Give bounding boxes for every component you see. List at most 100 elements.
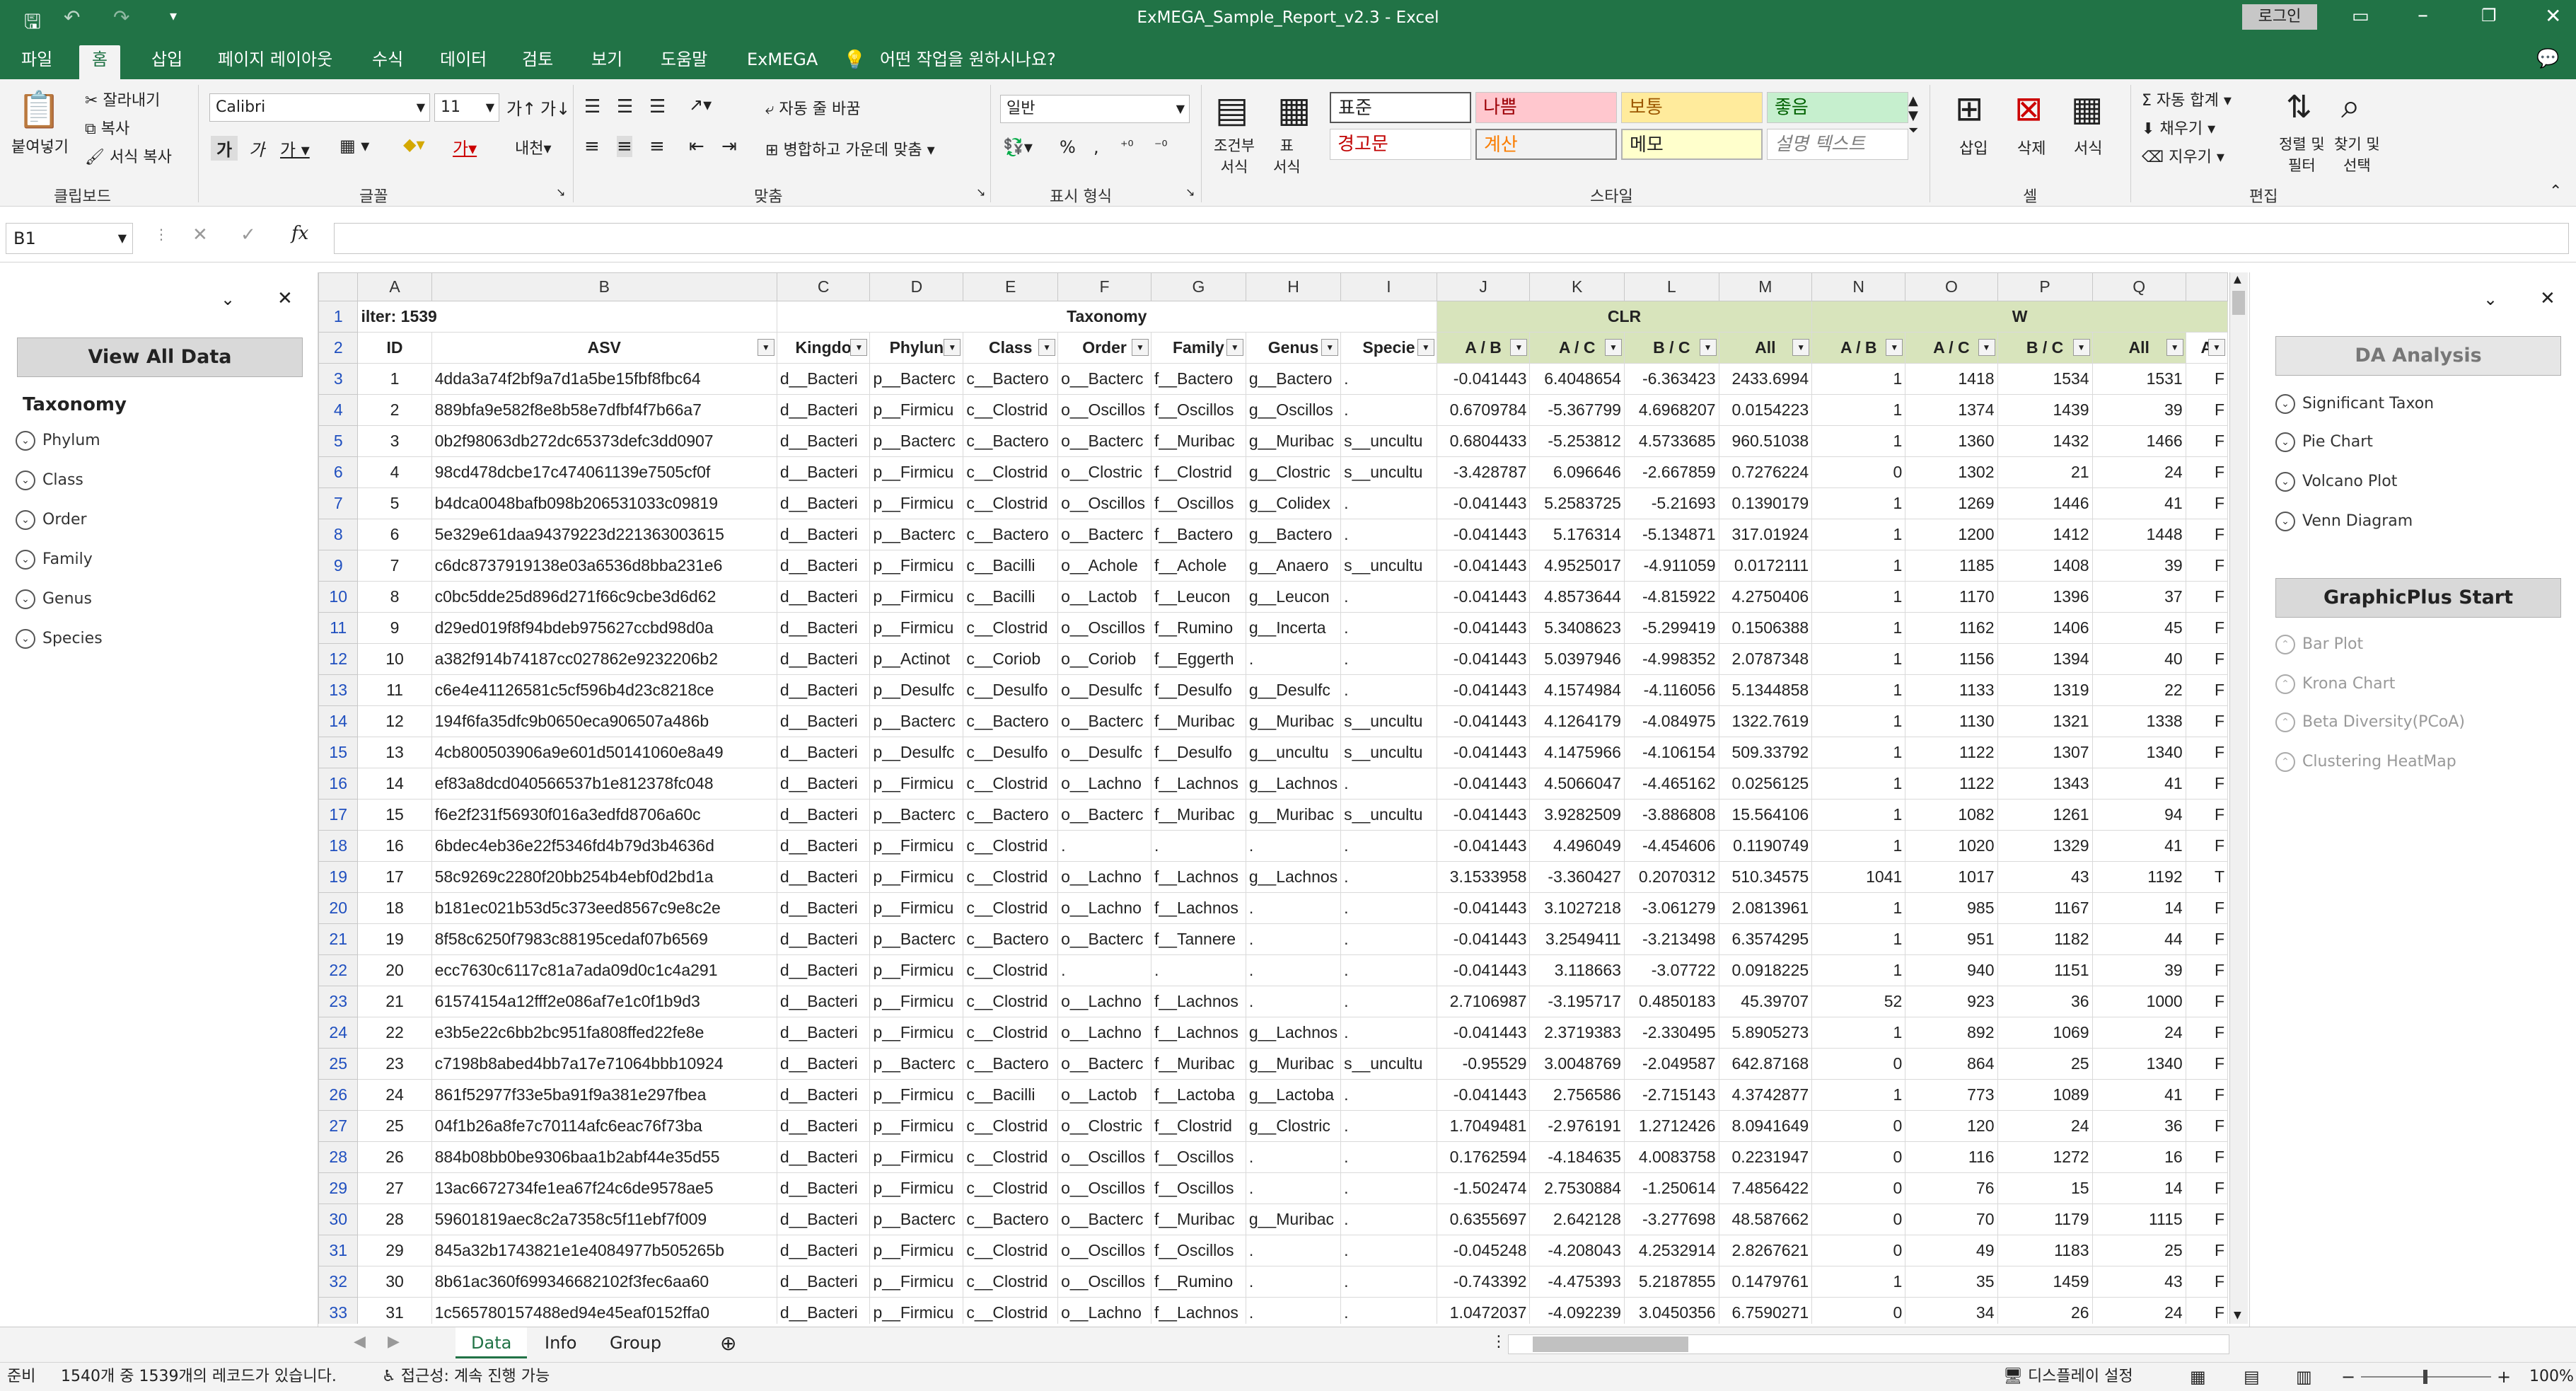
filter-dropdown-icon[interactable]: ▼ [1510,339,1528,356]
row-header[interactable]: 18 [318,830,359,862]
table-cell[interactable]: 1338 [2091,705,2186,737]
table-cell[interactable]: 1340 [2091,1048,2186,1080]
table-cell[interactable]: 1122 [1905,737,1998,768]
table-cell[interactable]: 985 [1905,892,1998,924]
chevron-down-icon[interactable]: ⌄ [2483,289,2497,309]
italic-icon[interactable]: 가 [249,136,265,161]
filter-dropdown-icon[interactable]: ▼ [1886,339,1903,356]
autosum-button[interactable]: Σ 자동 합계 ▾ [2142,88,2232,110]
table-cell[interactable]: 25 [357,1110,432,1142]
table-cell[interactable]: 951 [1905,923,1998,955]
table-cell[interactable]: F [2185,1048,2228,1080]
table-cell[interactable]: . [1150,830,1246,862]
table-cell[interactable]: 0 [1811,1204,1906,1235]
header-cell[interactable]: B / C ▼ [1997,332,2093,364]
column-header[interactable]: L [1623,272,1719,301]
table-cell[interactable]: 04f1b26a8fe7c70114afc6eac76f73ba [431,1110,777,1142]
row-header[interactable]: 1 [318,301,359,333]
table-cell[interactable]: 59601819aec8c2a7358c5f11ebf7f009 [431,1204,777,1235]
accessibility-status[interactable]: ♿ 접근성: 계속 진행 가능 [382,1363,550,1391]
zoom-in-icon[interactable]: + [2497,1363,2511,1391]
table-cell[interactable]: 1182 [1997,923,2093,955]
table-cell[interactable]: 1 [1811,612,1906,644]
table-cell[interactable]: o__Coriob [1057,643,1151,675]
table-cell[interactable]: c7198b8abed4bb7a17e71064bbb10924 [431,1048,777,1080]
header-cell[interactable]: A / B ▼ [1436,332,1531,364]
format-cells-button[interactable]: 서식 [2074,136,2102,158]
table-cell[interactable]: 3.1027218 [1529,892,1625,924]
table-cell[interactable]: g__Muribac [1245,1048,1342,1080]
table-cell[interactable]: 1130 [1905,705,1998,737]
table-cell[interactable]: 0.2070312 [1623,861,1719,893]
table-cell[interactable]: F [2185,363,2228,395]
table-cell[interactable]: F [2185,612,2228,644]
tab-formulas[interactable]: 수식 [359,45,416,79]
table-cell[interactable]: -2.049587 [1623,1048,1719,1080]
table-cell[interactable]: d__Bacteri [776,456,871,488]
table-cell[interactable]: c__Clostrid [963,1110,1059,1142]
increase-decimal-icon[interactable]: ⁺⁰ [1120,137,1134,154]
table-cell[interactable]: F [2185,892,2228,924]
format-cells-icon[interactable]: ▦ [2071,89,2103,129]
table-cell[interactable]: -5.134871 [1623,519,1719,550]
table-cell[interactable]: 0.6804433 [1436,425,1531,457]
table-cell[interactable]: o__Oscillos [1057,1141,1151,1173]
header-cell[interactable]: Genus ▼ [1245,332,1342,364]
header-cell[interactable]: ID [357,332,432,364]
table-cell[interactable]: -4.084975 [1623,705,1719,737]
row-header[interactable]: 21 [318,923,359,955]
table-cell[interactable]: 960.51038 [1718,425,1813,457]
table-cell[interactable]: g__Muribac [1245,1204,1342,1235]
table-cell[interactable]: p__Firmicu [869,487,964,519]
table-cell[interactable]: . [1340,363,1437,395]
table-cell[interactable]: 10 [357,643,432,675]
nav-order[interactable]: ⌄ Order [16,510,87,530]
table-cell[interactable]: . [1340,643,1437,675]
table-cell[interactable]: 6.4048654 [1529,363,1625,395]
table-cell[interactable]: 1 [1811,550,1906,582]
table-cell[interactable]: -0.041443 [1436,519,1531,550]
table-cell[interactable]: d__Bacteri [776,1048,871,1080]
login-button[interactable]: 로그인 [2242,4,2317,30]
table-cell[interactable]: 5.3408623 [1529,612,1625,644]
table-cell[interactable]: 0 [1811,1172,1906,1204]
table-cell[interactable]: 0.1390179 [1718,487,1813,519]
table-cell[interactable]: f__Lactoba [1150,1079,1246,1111]
table-cell[interactable]: . [1340,394,1437,426]
table-cell[interactable]: 35 [1905,1266,1998,1298]
table-cell[interactable]: 4.2750406 [1718,581,1813,613]
nav-volcano-plot[interactable]: ⌄ Volcano Plot [2275,472,2397,492]
table-cell[interactable]: -0.041443 [1436,581,1531,613]
table-cell[interactable]: 3.9282509 [1529,799,1625,831]
table-cell[interactable]: -5.253812 [1529,425,1625,457]
table-cell[interactable]: c__Desulfo [963,674,1059,706]
table-cell[interactable]: -4.998352 [1623,643,1719,675]
table-cell[interactable]: . [1340,768,1437,800]
style-normal[interactable]: 표준 [1330,92,1471,123]
nav-beta-diversity[interactable]: ⌃ Beta Diversity(PCoA) [2275,712,2465,732]
table-cell[interactable]: g__Muribac [1245,799,1342,831]
row-header[interactable]: 17 [318,799,359,831]
table-cell[interactable]: o__Oscillos [1057,1172,1151,1204]
table-cell[interactable]: -0.041443 [1436,737,1531,768]
table-cell[interactable]: 861f52977f33e5ba91f9a381e297fbea [431,1079,777,1111]
table-cell[interactable]: . [1340,1110,1437,1142]
table-cell[interactable]: 2.0813961 [1718,892,1813,924]
table-cell[interactable]: d__Bacteri [776,1017,871,1049]
table-cell[interactable]: -2.976191 [1529,1110,1625,1142]
column-header[interactable]: J [1436,272,1531,301]
table-cell[interactable]: 0.0918225 [1718,954,1813,986]
table-cell[interactable]: p__Bacterc [869,705,964,737]
table-cell[interactable]: -4.116056 [1623,674,1719,706]
enter-icon[interactable]: ✓ [240,224,256,246]
table-cell[interactable]: 4.1475966 [1529,737,1625,768]
table-cell[interactable]: 14 [2091,892,2186,924]
table-cell[interactable]: 44 [2091,923,2186,955]
table-cell[interactable]: o__Lachno [1057,861,1151,893]
table-cell[interactable]: p__Firmicu [869,1172,964,1204]
table-cell[interactable]: F [2185,425,2228,457]
nav-clustering-heatmap[interactable]: ⌃ Clustering HeatMap [2275,752,2456,772]
table-cell[interactable]: s__uncultu [1340,1048,1437,1080]
table-cell[interactable]: p__Firmicu [869,892,964,924]
table-cell[interactable]: 4.1574984 [1529,674,1625,706]
